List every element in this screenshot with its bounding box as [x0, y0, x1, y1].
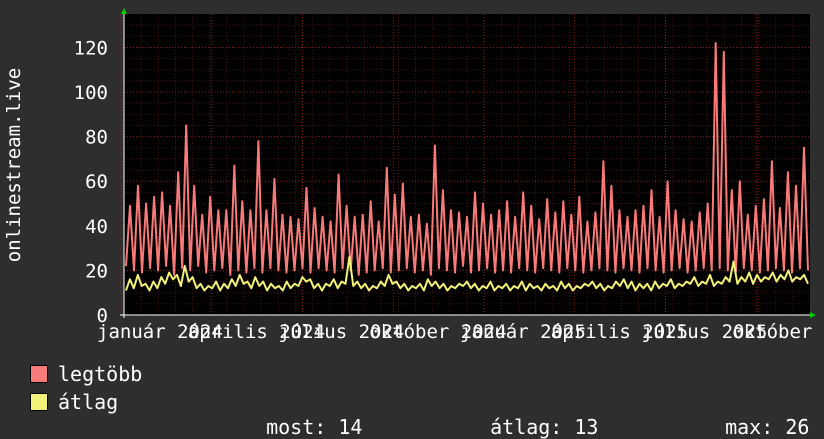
y-tick-label: 100: [74, 82, 108, 104]
y-tick-labels: 020406080100120: [74, 37, 108, 327]
stat-max: max: 26: [701, 391, 809, 439]
y-tick-label: 120: [74, 37, 108, 59]
stat-avg: átlag: 13: [466, 391, 598, 439]
x-tick-label: október 2025: [732, 321, 824, 343]
stat-now-label: most:: [266, 415, 327, 439]
y-tick-label: 40: [85, 216, 108, 238]
y-axis-arrow-icon: [121, 8, 127, 14]
legend-avg: átlag: [30, 390, 119, 414]
chart: 020406080100120 január 2024április 2024j…: [3, 8, 824, 343]
y-axis-label: onlinestream.live: [3, 68, 25, 262]
x-axis-arrow-icon: [810, 312, 816, 318]
legend-max-label: legtöbb: [58, 362, 143, 386]
stat-max-value: 26: [785, 415, 810, 439]
legend-max: legtöbb: [30, 362, 143, 386]
legend-avg-label: átlag: [58, 390, 119, 414]
stat-max-label: max:: [725, 415, 774, 439]
stat-avg-value: 13: [574, 415, 599, 439]
y-tick-label: 80: [85, 127, 108, 149]
y-tick-label: 20: [85, 260, 108, 282]
legend-max-swatch: [30, 365, 48, 383]
y-tick-label: 60: [85, 171, 108, 193]
legend-avg-swatch: [30, 393, 48, 411]
stat-now: most: 14: [242, 391, 362, 439]
x-tick-labels: január 2024április 2024július 2024októbe…: [97, 321, 824, 343]
stat-now-value: 14: [338, 415, 363, 439]
stat-avg-label: átlag:: [490, 415, 563, 439]
